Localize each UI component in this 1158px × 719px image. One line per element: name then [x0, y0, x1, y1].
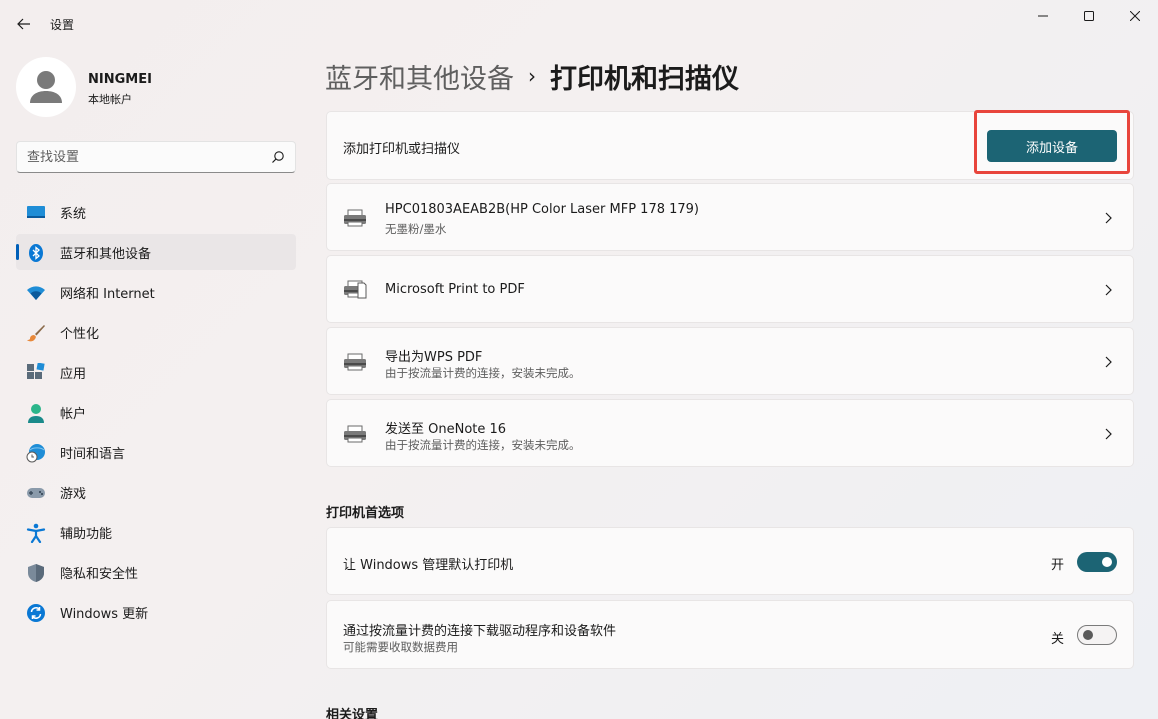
sidebar-item-apps[interactable]: 应用 [16, 354, 296, 390]
breadcrumb-separator: › [528, 64, 536, 88]
sidebar-item-gaming[interactable]: 游戏 [16, 474, 296, 510]
printer-status: 由于按流量计费的连接，安装未完成。 [385, 438, 581, 452]
printer-name: Microsoft Print to PDF [385, 282, 525, 297]
shield-icon [26, 563, 46, 583]
accessibility-icon [26, 523, 46, 543]
sidebar-item-accounts[interactable]: 帐户 [16, 394, 296, 430]
setting-label: 通过按流量计费的连接下载驱动程序和设备软件 [343, 624, 617, 639]
printer-icon [344, 425, 366, 443]
monitor-icon [26, 203, 46, 223]
sidebar-item-label: 应用 [60, 366, 87, 382]
printer-preferences-heading: 打印机首选项 [326, 506, 405, 521]
printer-icon [344, 209, 366, 227]
printer-name: HPC01803AEAB2B(HP Color Laser MFP 178 17… [385, 202, 699, 217]
setting-sublabel: 可能需要收取数据费用 [343, 640, 458, 654]
chevron-right-icon [1105, 212, 1112, 224]
chevron-right-icon [1105, 284, 1112, 296]
setting-label: 让 Windows 管理默认打印机 [343, 558, 514, 573]
printer-icon [344, 353, 366, 371]
back-button[interactable] [10, 10, 38, 38]
bluetooth-icon [26, 243, 46, 263]
update-icon [26, 603, 46, 623]
sidebar-item-privacy[interactable]: 隐私和安全性 [16, 554, 296, 590]
maximize-button[interactable] [1066, 0, 1112, 32]
highlight-annotation [974, 110, 1130, 174]
toggle-state-label: 关 [1051, 632, 1065, 647]
printer-status: 无墨粉/墨水 [385, 222, 447, 236]
maximize-icon [1084, 11, 1094, 21]
printer-item[interactable]: Microsoft Print to PDF [326, 255, 1134, 323]
toggle-state-label: 开 [1051, 558, 1065, 573]
sidebar-item-network[interactable]: 网络和 Internet [16, 274, 296, 310]
default-printer-setting: 让 Windows 管理默认打印机 开 [326, 527, 1134, 595]
apps-icon [26, 363, 46, 383]
account-type: 本地帐户 [88, 93, 132, 106]
user-avatar-icon [30, 71, 62, 103]
chevron-right-icon [1105, 428, 1112, 440]
sidebar-item-label: 隐私和安全性 [60, 566, 139, 582]
pdf-printer-icon [344, 280, 367, 299]
minimize-button[interactable] [1020, 0, 1066, 32]
sidebar-item-system[interactable]: 系统 [16, 194, 296, 230]
add-printer-label: 添加打印机或扫描仪 [343, 142, 461, 157]
printer-status: 由于按流量计费的连接，安装未完成。 [385, 366, 581, 380]
toggle-knob [1083, 630, 1093, 640]
gamepad-icon [26, 483, 46, 503]
sidebar-item-label: 系统 [60, 206, 87, 222]
title-bar: 设置 [0, 0, 1158, 40]
sidebar-item-label: 网络和 Internet [60, 286, 155, 302]
search-icon[interactable] [271, 150, 285, 164]
sidebar-item-label: 时间和语言 [60, 446, 126, 462]
metered-download-toggle[interactable] [1077, 625, 1117, 645]
globe-clock-icon [26, 443, 46, 463]
chevron-right-icon [1105, 356, 1112, 368]
printer-name: 导出为WPS PDF [385, 350, 483, 365]
avatar [16, 57, 76, 117]
search-box[interactable] [16, 141, 296, 173]
breadcrumb-parent[interactable]: 蓝牙和其他设备 [325, 57, 514, 96]
wifi-icon [26, 283, 46, 303]
sidebar-item-windows-update[interactable]: Windows 更新 [16, 594, 296, 630]
sidebar-nav: 系统 蓝牙和其他设备 网络和 Internet 个性化 应用 帐户 时间和语言 … [16, 194, 296, 634]
close-button[interactable] [1112, 0, 1158, 32]
printer-item[interactable]: HPC01803AEAB2B(HP Color Laser MFP 178 17… [326, 183, 1134, 251]
sidebar-item-bluetooth[interactable]: 蓝牙和其他设备 [16, 234, 296, 270]
close-icon [1130, 11, 1140, 21]
printer-item[interactable]: 导出为WPS PDF 由于按流量计费的连接，安装未完成。 [326, 327, 1134, 395]
sidebar-item-accessibility[interactable]: 辅助功能 [16, 514, 296, 550]
toggle-knob [1102, 557, 1112, 567]
user-name: NINGMEI [88, 72, 152, 87]
app-title: 设置 [50, 18, 75, 32]
sidebar-item-label: 游戏 [60, 486, 87, 502]
printer-item[interactable]: 发送至 OneNote 16 由于按流量计费的连接，安装未完成。 [326, 399, 1134, 467]
related-settings-heading: 相关设置 [326, 708, 379, 719]
sidebar-item-label: 个性化 [60, 326, 100, 342]
sidebar-item-time-language[interactable]: 时间和语言 [16, 434, 296, 470]
default-printer-toggle[interactable] [1077, 552, 1117, 572]
minimize-icon [1038, 15, 1048, 17]
back-arrow-icon [17, 18, 30, 30]
sidebar-item-label: 帐户 [60, 406, 87, 422]
metered-download-setting: 通过按流量计费的连接下载驱动程序和设备软件 可能需要收取数据费用 关 [326, 600, 1134, 669]
printer-name: 发送至 OneNote 16 [385, 422, 507, 437]
breadcrumb: 蓝牙和其他设备 › 打印机和扫描仪 [325, 56, 739, 96]
page-title: 打印机和扫描仪 [550, 63, 739, 95]
paintbrush-icon [26, 323, 46, 343]
sidebar-item-label: 辅助功能 [60, 526, 113, 542]
sidebar-item-label: Windows 更新 [60, 606, 149, 622]
search-input[interactable] [17, 149, 257, 165]
sidebar-item-personalization[interactable]: 个性化 [16, 314, 296, 350]
person-icon [26, 403, 46, 423]
sidebar-item-label: 蓝牙和其他设备 [60, 246, 152, 262]
